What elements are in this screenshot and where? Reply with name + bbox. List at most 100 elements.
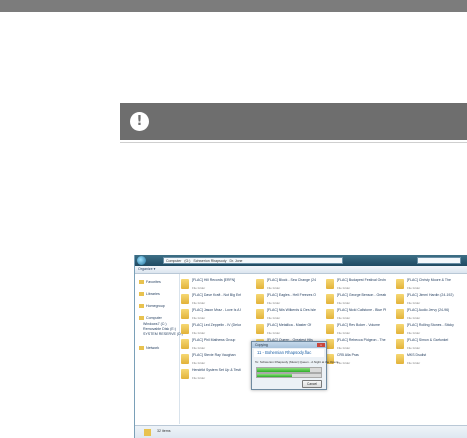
folder-type: File folder bbox=[267, 331, 281, 335]
nav-item-homegroup[interactable]: Homegroup bbox=[139, 304, 165, 309]
exclamation-icon: ! bbox=[130, 112, 149, 131]
breadcrumb-item[interactable]: Computer bbox=[166, 259, 181, 263]
folder-item[interactable]: Hendrikt System Set Up & Testing File fol… bbox=[181, 368, 241, 381]
nav-item-libraries[interactable]: Libraries bbox=[139, 292, 160, 297]
note-banner: ! bbox=[120, 103, 467, 140]
folder-icon bbox=[396, 324, 404, 334]
folder-name: [FLAC] Rolling Stones - Sticky bbox=[407, 323, 454, 327]
status-bar: 32 items bbox=[135, 425, 467, 438]
copy-file-name: 11 - Bohemian Rhapsody.flac bbox=[254, 349, 324, 357]
folder-type: File folder bbox=[407, 331, 421, 335]
progress-fill bbox=[257, 368, 311, 372]
folder-icon bbox=[396, 279, 404, 289]
search-input[interactable] bbox=[417, 257, 461, 264]
breadcrumb-item[interactable]: Dr. Jone bbox=[229, 259, 242, 263]
command-bar: Organize ▾ bbox=[135, 266, 467, 274]
folder-item[interactable]: [FLAC] Simon & Garfunkel File folder bbox=[396, 338, 456, 351]
folder-type: File folder bbox=[337, 361, 351, 365]
folder-name: [FLAC] Dave Kraft - Not Big Enf bbox=[192, 293, 241, 297]
breadcrumb[interactable]: Computer (G:) Schwerion Rhapsody Dr. Jon… bbox=[163, 257, 343, 264]
folder-type: File folder bbox=[267, 316, 281, 320]
breadcrumb-item[interactable]: (G:) bbox=[184, 259, 190, 263]
folder-type: File folder bbox=[337, 286, 351, 290]
folder-name: [FLAC] Led Zeppelin - IV (Deluxe) bbox=[192, 323, 241, 327]
folder-item[interactable]: [FLAC] Stevie Ray Vaughan File folder bbox=[181, 353, 241, 366]
folder-name: [FLAC] Simon & Garfunkel bbox=[407, 338, 449, 342]
folder-item[interactable]: [FLAC] Rebecca Pidgeon - The File folder bbox=[326, 338, 386, 351]
folder-icon bbox=[326, 279, 334, 289]
nav-item-drive[interactable]: SYSTEM RESERVE (D:) bbox=[143, 332, 183, 336]
folder-type: File folder bbox=[192, 346, 206, 350]
item-count: 32 items bbox=[157, 429, 171, 433]
nav-item-network[interactable]: Network bbox=[139, 346, 159, 351]
folder-name: [FLAC] Rev Boker - Volume bbox=[337, 323, 380, 327]
breadcrumb-item[interactable]: Schwerion Rhapsody bbox=[193, 259, 226, 263]
nav-item-favorites[interactable]: Favorites bbox=[139, 280, 161, 285]
folder-icon bbox=[181, 279, 189, 289]
folder-name: [FLAC] Block - Sea Change (24-96) bbox=[267, 278, 316, 282]
folder-item[interactable]: [FLAC] Phil Mathews Group File folder bbox=[181, 338, 241, 351]
folder-type: File folder bbox=[407, 286, 421, 290]
copy-destination: To: Schwerion Rhapsody (Music) Queen - A… bbox=[255, 360, 339, 364]
explorer-window: Computer (G:) Schwerion Rhapsody Dr. Jon… bbox=[134, 255, 467, 438]
folder-icon bbox=[396, 339, 404, 349]
folder-icon bbox=[396, 294, 404, 304]
folder-name: [FLAC] Jimmi Hardin (24-192) bbox=[407, 293, 454, 297]
folder-name: [FLAC] Jason Mraz - Love Is A Four bbox=[192, 308, 241, 312]
folder-item[interactable]: [FLAC] Dave Kraft - Not Big Enf File fold… bbox=[181, 293, 241, 306]
folder-icon bbox=[144, 429, 151, 436]
folder-name: [FLAC] Hill Records [ERFN] bbox=[192, 278, 236, 282]
close-button[interactable]: x bbox=[317, 343, 325, 347]
folder-icon bbox=[181, 369, 189, 379]
library-icon bbox=[139, 292, 144, 297]
folder-name: [FLAC] Phil Mathews Group bbox=[192, 338, 236, 342]
folder-item[interactable]: [FLAC] Jimmi Hardin (24-192) File folder bbox=[396, 293, 456, 306]
folder-icon bbox=[326, 309, 334, 319]
folder-name: [FLAC] George Benson - Greatest bbox=[337, 293, 386, 297]
folder-item[interactable]: [FLAC] Nicki Callstone - Blue Planet File… bbox=[326, 308, 386, 321]
folder-type: File folder bbox=[267, 301, 281, 305]
folder-icon bbox=[256, 279, 264, 289]
nav-item-drive[interactable]: Removable Disk (E:) bbox=[143, 327, 176, 331]
organize-button[interactable]: Organize ▾ bbox=[138, 266, 155, 273]
folder-item[interactable]: [FLAC] Christy Moore & The File folder bbox=[396, 278, 456, 291]
folder-item[interactable]: [FLAC] Rolling Stones - Sticky File folde… bbox=[396, 323, 456, 336]
note-divider bbox=[120, 142, 467, 143]
folder-item[interactable]: [FLAC] George Benson - Greatest File fold… bbox=[326, 293, 386, 306]
folder-type: File folder bbox=[192, 331, 206, 335]
folder-name: [FLAC] Eagles - Hell Freezes Over bbox=[267, 293, 316, 297]
folder-type: File folder bbox=[192, 301, 206, 305]
folder-icon bbox=[326, 339, 334, 349]
folder-item[interactable]: MKS Dsulist File folder bbox=[396, 353, 456, 366]
folder-type: File folder bbox=[192, 316, 206, 320]
folder-type: File folder bbox=[192, 376, 206, 380]
folder-item[interactable]: [FLAC] Metallica - Master Of File folder bbox=[256, 323, 316, 336]
computer-icon bbox=[139, 316, 144, 321]
folder-item[interactable]: [FLAC] Rev Boker - Volume File folder bbox=[326, 323, 386, 336]
folder-name: [FLAC] Audio Jervy (24-96) bbox=[407, 308, 450, 312]
folder-item[interactable]: [FLAC] Audio Jervy (24-96) File folder bbox=[396, 308, 456, 321]
folder-item[interactable]: [FLAC] Block - Sea Change (24-96) File fo… bbox=[256, 278, 316, 291]
nav-item-computer[interactable]: Computer bbox=[139, 316, 162, 321]
folder-item[interactable]: [FLAC] Jason Mraz - Love Is A Four File f… bbox=[181, 308, 241, 321]
folder-icon bbox=[181, 339, 189, 349]
folder-item[interactable]: [FLAC] Led Zeppelin - IV (Deluxe) File fo… bbox=[181, 323, 241, 336]
folder-item[interactable]: [FLAC] Budapest Festival Orchestra File f… bbox=[326, 278, 386, 291]
folder-name: [FLAC] Nils Wilkerds & Des Isles bbox=[267, 308, 316, 312]
folder-type: File folder bbox=[407, 301, 421, 305]
folder-type: File folder bbox=[407, 316, 421, 320]
folder-type: File folder bbox=[337, 331, 351, 335]
copy-dialog: Copying x 11 - Bohemian Rhapsody.flac To… bbox=[251, 341, 338, 390]
folder-icon bbox=[396, 354, 404, 364]
address-bar-area: Computer (G:) Schwerion Rhapsody Dr. Jon… bbox=[135, 255, 467, 266]
folder-type: File folder bbox=[267, 286, 281, 290]
cancel-button[interactable]: Cancel bbox=[302, 380, 322, 388]
back-button[interactable] bbox=[137, 256, 146, 265]
folder-item[interactable]: [FLAC] Nils Wilkerds & Des Isles File fol… bbox=[256, 308, 316, 321]
folder-type: File folder bbox=[337, 301, 351, 305]
nav-item-drive[interactable]: Windows7 (C:) bbox=[143, 322, 167, 326]
folder-item[interactable]: [FLAC] Eagles - Hell Freezes Over File fo… bbox=[256, 293, 316, 306]
folder-type: File folder bbox=[337, 346, 351, 350]
folder-type: File folder bbox=[192, 286, 206, 290]
folder-item[interactable]: [FLAC] Hill Records [ERFN] File folder bbox=[181, 278, 241, 291]
